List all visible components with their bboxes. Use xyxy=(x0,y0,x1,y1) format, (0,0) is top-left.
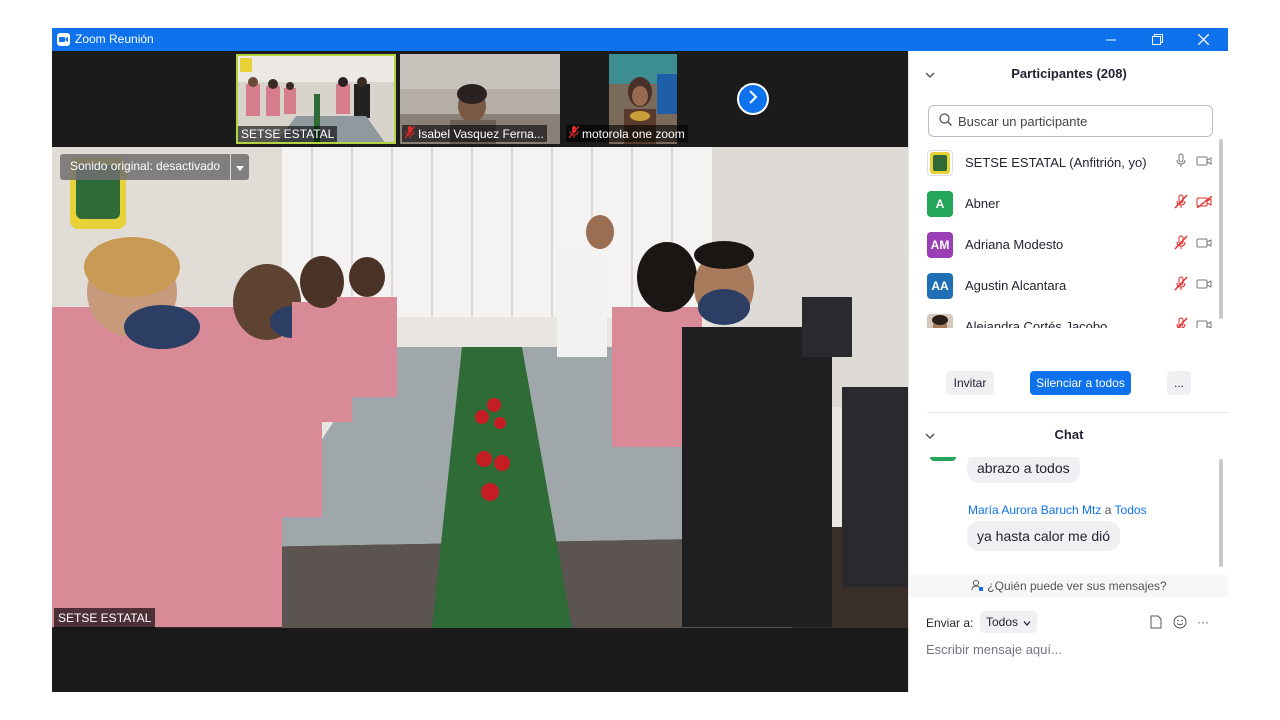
thumbnail-strip: SETSE ESTATAL Isabel Vasquez Ferna... mo… xyxy=(52,51,908,147)
video-area: SETSE ESTATAL Isabel Vasquez Ferna... mo… xyxy=(52,51,908,692)
participant-name: SETSE ESTATAL (Anfitrión, yo) xyxy=(965,155,1147,170)
mute-all-button[interactable]: Silenciar a todos xyxy=(1030,371,1131,395)
thumbnail-motorola[interactable]: motorola one zoom xyxy=(564,54,724,144)
chat-message-header: María Aurora Baruch Mtz a Todos xyxy=(968,503,1147,517)
chevron-down-icon xyxy=(1023,615,1031,629)
file-icon[interactable] xyxy=(1150,615,1162,632)
chat-scrollbar[interactable] xyxy=(1219,459,1223,567)
more-icon[interactable]: ··· xyxy=(1197,615,1209,629)
video-camera-icon[interactable] xyxy=(1196,154,1213,172)
send-to-value: Todos xyxy=(986,615,1019,629)
avatar xyxy=(927,149,953,176)
video-bottom-area xyxy=(52,628,908,692)
emoji-icon[interactable] xyxy=(1173,615,1187,632)
mic-muted-icon[interactable] xyxy=(1174,235,1188,255)
mic-muted-icon[interactable] xyxy=(1174,194,1188,214)
avatar xyxy=(930,457,956,461)
participant-name: Alejandra Cortés Jacobo xyxy=(965,319,1108,328)
participant-row[interactable]: A Abner xyxy=(927,183,1217,224)
who-can-see-text: ¿Quién puede ver sus mensajes? xyxy=(987,579,1167,593)
avatar: MA xyxy=(933,530,953,544)
participant-row[interactable]: SETSE ESTATAL (Anfitrión, yo) xyxy=(927,142,1217,183)
title-bar: Zoom Reunión xyxy=(52,28,1228,51)
participant-row[interactable]: AM Adriana Modesto xyxy=(927,224,1217,265)
thumbnail-name-label: Isabel Vasquez Ferna... xyxy=(402,125,547,142)
restore-button[interactable] xyxy=(1134,28,1180,51)
close-button[interactable] xyxy=(1180,28,1226,51)
chat-message[interactable]: abrazo a todos xyxy=(967,457,1080,483)
chat-title: Chat xyxy=(1054,426,1084,442)
video-camera-icon[interactable] xyxy=(1196,318,1213,328)
chat-to-word: a xyxy=(1104,503,1112,517)
profile-photo-image xyxy=(927,313,953,328)
send-to-row: Enviar a: Todos ··· xyxy=(909,609,1228,637)
minimize-button[interactable] xyxy=(1088,28,1134,51)
mic-muted-icon xyxy=(568,125,580,141)
video-off-icon[interactable] xyxy=(1196,194,1213,213)
participant-search-input[interactable]: Buscar un participante xyxy=(928,105,1213,137)
chat-sender[interactable]: María Aurora Baruch Mtz xyxy=(968,503,1101,517)
thumbnail-name-label: motorola one zoom xyxy=(566,125,688,142)
original-sound-toggle[interactable]: Sonido original: desactivado xyxy=(60,154,250,180)
who-can-see-messages[interactable]: ¿Quién puede ver sus mensajes? xyxy=(909,575,1228,597)
participant-row[interactable]: Alejandra Cortés Jacobo xyxy=(927,306,1217,328)
thumbnail-setse[interactable]: SETSE ESTATAL xyxy=(236,54,396,144)
chat-message[interactable]: ya hasta calor me dió xyxy=(967,521,1121,551)
chat-recipient[interactable]: Todos xyxy=(1115,503,1147,517)
thumbnail-name-label: SETSE ESTATAL xyxy=(238,126,338,142)
side-panel: Participantes (208) Buscar un participan… xyxy=(908,51,1228,692)
participant-row[interactable]: AA Agustin Alcantara xyxy=(927,265,1217,306)
participant-name: Agustin Alcantara xyxy=(965,278,1067,293)
participants-title: Participantes (208) xyxy=(1011,65,1127,81)
video-camera-icon[interactable] xyxy=(1196,236,1213,254)
chat-messages: abrazo a todos María Aurora Baruch Mtz a… xyxy=(909,457,1228,591)
participant-name: Abner xyxy=(965,196,1000,211)
zoom-app-icon xyxy=(57,33,70,46)
setse-logo-icon xyxy=(930,151,950,174)
participant-list: SETSE ESTATAL (Anfitrión, yo) A Abner AM… xyxy=(909,142,1228,328)
avatar: A xyxy=(927,190,953,217)
user-lock-icon xyxy=(971,579,984,594)
main-speaker-video: Sonido original: desactivado SETSE ESTAT… xyxy=(52,147,908,628)
thumbnail-isabel[interactable]: Isabel Vasquez Ferna... xyxy=(400,54,560,144)
next-page-button[interactable] xyxy=(737,83,769,115)
chat-header: Chat xyxy=(909,414,1228,454)
chevron-right-icon xyxy=(747,89,759,109)
video-camera-icon[interactable] xyxy=(1196,277,1213,295)
meeting-room-image xyxy=(52,147,908,628)
mic-icon[interactable] xyxy=(1174,153,1188,173)
invite-button[interactable]: Invitar xyxy=(946,371,994,395)
original-sound-label[interactable]: Sonido original: desactivado xyxy=(60,154,231,180)
mic-muted-icon[interactable] xyxy=(1174,276,1188,296)
section-divider xyxy=(927,412,1228,413)
participants-header: Participantes (208) xyxy=(909,53,1228,93)
chat-message-input[interactable]: Escribir mensaje aquí... xyxy=(926,642,1216,662)
speaker-name-label: SETSE ESTATAL xyxy=(54,608,156,628)
avatar: AA xyxy=(927,272,953,299)
avatar xyxy=(927,313,953,328)
search-placeholder: Buscar un participante xyxy=(958,113,1088,129)
chevron-down-icon[interactable] xyxy=(925,67,935,82)
original-sound-dropdown[interactable] xyxy=(231,154,250,180)
zoom-window: Zoom Reunión SETSE ESTATAL Isabel Vasque… xyxy=(52,28,1228,692)
send-to-dropdown[interactable]: Todos xyxy=(980,611,1038,633)
participant-list-scrollbar[interactable] xyxy=(1219,139,1223,319)
send-to-label: Enviar a: xyxy=(926,616,974,630)
participant-actions: Invitar Silenciar a todos ... xyxy=(909,371,1228,401)
avatar: AM xyxy=(927,231,953,258)
more-options-button[interactable]: ... xyxy=(1167,371,1191,395)
search-icon xyxy=(939,113,953,129)
mic-muted-icon[interactable] xyxy=(1174,317,1188,328)
participant-name: Adriana Modesto xyxy=(965,237,1064,252)
caret-down-icon xyxy=(236,158,245,176)
mic-muted-icon xyxy=(404,125,416,141)
window-title: Zoom Reunión xyxy=(75,32,154,46)
chevron-down-icon[interactable] xyxy=(925,428,935,443)
